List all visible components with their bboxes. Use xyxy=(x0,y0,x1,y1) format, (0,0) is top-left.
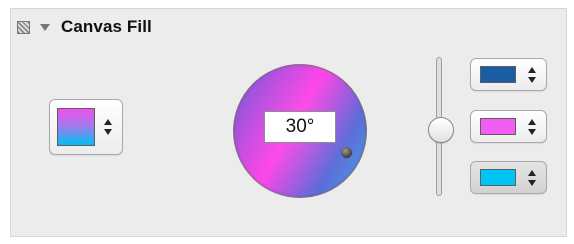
hatched-square-icon xyxy=(17,20,30,34)
panel-header: Canvas Fill xyxy=(17,16,152,38)
up-down-arrows-icon[interactable] xyxy=(528,170,536,186)
color-stop-well-3[interactable] xyxy=(470,161,547,194)
color-swatch xyxy=(480,66,516,83)
gradient-swatch xyxy=(57,108,95,146)
up-down-arrows-icon[interactable] xyxy=(528,67,536,83)
color-stop-well-2[interactable] xyxy=(470,110,547,143)
color-swatch xyxy=(480,169,516,186)
angle-input[interactable]: 30° xyxy=(264,111,336,143)
color-stop-well-1[interactable] xyxy=(470,58,547,91)
gradient-well-button[interactable] xyxy=(49,99,123,155)
color-swatch xyxy=(480,118,516,135)
dial-handle[interactable] xyxy=(341,147,352,158)
up-down-arrows-icon[interactable] xyxy=(528,119,536,135)
panel-title: Canvas Fill xyxy=(61,17,152,36)
color-stop-slider-thumb[interactable] xyxy=(428,117,454,143)
up-down-arrows-icon[interactable] xyxy=(104,119,112,135)
disclosure-triangle-icon[interactable] xyxy=(40,23,50,31)
